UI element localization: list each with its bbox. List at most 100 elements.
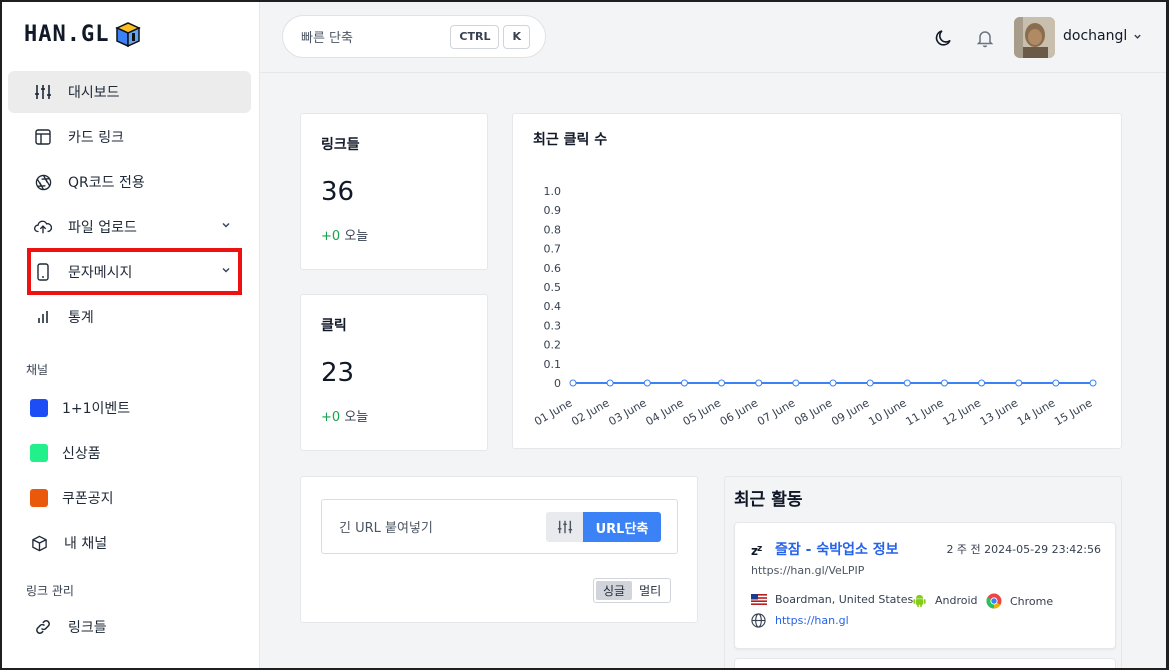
logo-box-icon xyxy=(115,22,142,48)
x-tick-label: 13 June xyxy=(978,396,1021,428)
url-input-group: 긴 URL 붙여넣기 URL단축 xyxy=(321,499,678,554)
url-shortener-card: 긴 URL 붙여넣기 URL단축 싱글 멀티 xyxy=(300,476,698,623)
y-tick-label: 0 xyxy=(554,377,561,390)
globe-icon xyxy=(751,613,766,628)
us-flag-icon xyxy=(751,594,767,605)
activity-item[interactable]: z z 즐잠 - 숙박업소 정보 2 주 전 2024-05-29 23:42:… xyxy=(734,522,1116,649)
sidebar-item-card-link[interactable]: 카드 링크 xyxy=(8,116,251,158)
data-point[interactable] xyxy=(755,379,763,387)
activity-item[interactable] xyxy=(734,658,1116,668)
y-tick-label: 0.4 xyxy=(544,300,562,313)
svg-text:z: z xyxy=(757,544,762,554)
data-point[interactable] xyxy=(606,379,614,387)
sidebar-item-stats[interactable]: 통계 xyxy=(8,296,251,338)
y-tick-label: 0.7 xyxy=(544,243,562,256)
activity-link-title[interactable]: 즐잠 - 숙박업소 정보 xyxy=(775,539,898,559)
recent-clicks-chart: 0 0.1 0.2 0.3 0.4 0.5 0.6 0.7 0.8 0.9 1.0 01 June02… xyxy=(532,185,1097,428)
x-tick-label: 07 June xyxy=(755,396,798,428)
stat-title: 클릭 xyxy=(321,318,347,334)
y-tick-label: 1.0 xyxy=(544,185,562,198)
data-point[interactable] xyxy=(680,379,688,387)
options-button[interactable] xyxy=(546,512,583,542)
stat-delta: +0 오늘 xyxy=(321,410,369,425)
sidebar: HAN.GL 대시보드 카드 링크 QR코드 전용 파일 업로드 문자메시지 통… xyxy=(2,2,260,668)
channel-color-swatch xyxy=(30,489,48,507)
data-point[interactable] xyxy=(1015,379,1023,387)
data-point[interactable] xyxy=(940,379,948,387)
x-tick-label: 11 June xyxy=(904,396,947,428)
chevron-down-icon xyxy=(222,268,230,273)
data-point[interactable] xyxy=(866,379,874,387)
data-point[interactable] xyxy=(978,379,986,387)
sidebar-item-sms[interactable]: 문자메시지 xyxy=(8,251,251,293)
channel-item[interactable]: 쿠폰공지 xyxy=(8,477,251,519)
x-tick-label: 14 June xyxy=(1015,396,1058,428)
sidebar-item-label: 링크들 xyxy=(68,620,107,636)
data-point[interactable] xyxy=(643,379,651,387)
search-placeholder: 빠른 단축 xyxy=(301,31,353,46)
moon-icon[interactable] xyxy=(934,28,954,48)
activity-time: 2 주 전 2024-05-29 23:42:56 xyxy=(946,543,1101,556)
clicks-stat-card: 클릭 23 +0 오늘 xyxy=(300,294,488,451)
data-point[interactable] xyxy=(903,379,911,387)
sidebar-item-links[interactable]: 링크들 xyxy=(8,606,251,648)
shorten-url-button[interactable]: URL단축 xyxy=(583,512,661,542)
channel-item[interactable]: 신상품 xyxy=(8,432,251,474)
y-tick-label: 0.2 xyxy=(544,339,562,352)
stat-delta: +0 오늘 xyxy=(321,229,369,244)
y-tick-label: 0.3 xyxy=(544,319,562,332)
channel-label: 신상품 xyxy=(62,446,101,462)
url-input[interactable]: 긴 URL 붙여넣기 xyxy=(339,517,433,536)
shortcut-k-key: K xyxy=(503,24,530,49)
quick-search[interactable]: 빠른 단축 CTRL K xyxy=(282,15,546,58)
smartphone-icon xyxy=(34,263,52,281)
y-tick-label: 0.8 xyxy=(544,223,562,236)
channel-label: 1+1이벤트 xyxy=(62,401,131,417)
sidebar-item-label: 문자메시지 xyxy=(68,265,133,281)
mode-toggle: 싱글 멀티 xyxy=(593,578,672,603)
username: dochangl xyxy=(1063,28,1128,44)
data-point[interactable] xyxy=(1089,379,1097,387)
x-tick-label: 10 June xyxy=(866,396,909,428)
data-point[interactable] xyxy=(1052,379,1060,387)
activity-browser: Chrome xyxy=(986,593,1053,609)
channels-section-label: 채널 xyxy=(26,362,49,377)
sidebar-item-dashboard[interactable]: 대시보드 xyxy=(8,71,251,113)
mode-single-button[interactable]: 싱글 xyxy=(596,581,633,600)
app-window: HAN.GL 대시보드 카드 링크 QR코드 전용 파일 업로드 문자메시지 통… xyxy=(2,2,1166,668)
sidebar-item-file-upload[interactable]: 파일 업로드 xyxy=(8,206,251,248)
recent-clicks-chart-card: 최근 클릭 수 0 0.1 0.2 0.3 0.4 0.5 0.6 0.7 0.8 0.9 1.0 0… xyxy=(512,113,1122,449)
y-tick-label: 0.1 xyxy=(544,358,562,371)
chevron-down-icon xyxy=(1134,34,1141,39)
chrome-icon xyxy=(986,593,1002,609)
sliders-icon xyxy=(557,520,572,534)
x-tick-label: 01 June xyxy=(532,396,575,428)
mode-multi-button[interactable]: 멀티 xyxy=(632,581,668,600)
sidebar-item-label: 파일 업로드 xyxy=(68,220,137,236)
link-icon xyxy=(34,618,52,636)
x-tick-label: 12 June xyxy=(941,396,984,428)
sidebar-item-label: 대시보드 xyxy=(68,85,120,101)
sidebar-item-qr[interactable]: QR코드 전용 xyxy=(8,161,251,203)
sidebar-item-label: QR코드 전용 xyxy=(68,175,145,191)
bell-icon[interactable] xyxy=(975,28,995,48)
activity-title: 최근 활동 xyxy=(734,490,803,510)
y-tick-label: 0.6 xyxy=(544,262,562,275)
links-section-label: 링크 관리 xyxy=(26,583,74,598)
activity-referrer[interactable]: https://han.gl xyxy=(775,614,849,627)
avatar[interactable] xyxy=(1014,17,1055,58)
data-point[interactable] xyxy=(718,379,726,387)
data-point[interactable] xyxy=(829,379,837,387)
links-stat-card: 링크들 36 +0 오늘 xyxy=(300,113,488,270)
box-icon xyxy=(30,534,48,552)
channel-item[interactable]: 1+1이벤트 xyxy=(8,387,251,429)
data-point[interactable] xyxy=(792,379,800,387)
logo[interactable]: HAN.GL xyxy=(24,20,142,48)
x-tick-label: 02 June xyxy=(569,396,612,428)
sidebar-item-my-channel[interactable]: 내 채널 xyxy=(8,522,251,564)
sidebar-nav: 대시보드 카드 링크 QR코드 전용 파일 업로드 문자메시지 통계 채널 1+… xyxy=(8,71,251,651)
user-menu[interactable]: dochangl xyxy=(1063,28,1142,44)
sidebar-item-label: 통계 xyxy=(68,310,94,326)
data-point[interactable] xyxy=(569,379,577,387)
sliders-icon xyxy=(34,83,52,101)
